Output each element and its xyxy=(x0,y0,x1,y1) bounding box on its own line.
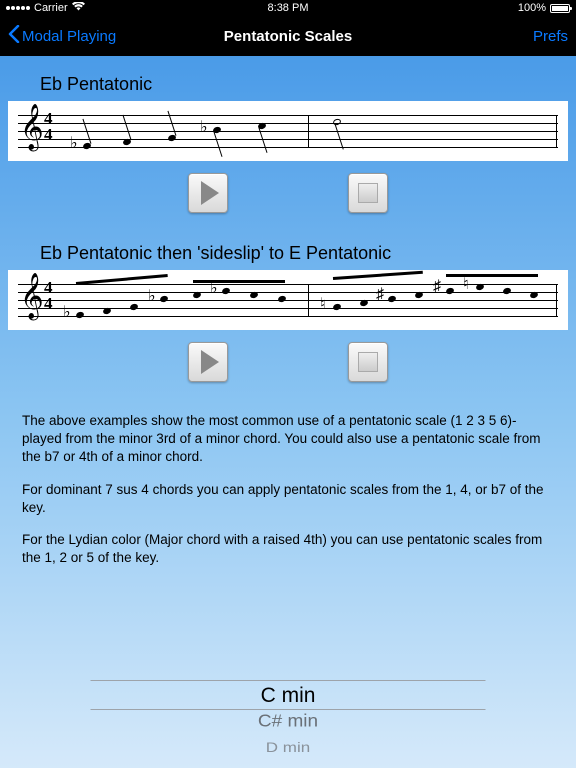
back-button[interactable]: Modal Playing xyxy=(8,25,116,47)
battery-percent: 100% xyxy=(518,2,546,14)
picker-item[interactable]: D min xyxy=(266,738,310,759)
time-signature: 44 xyxy=(44,280,53,312)
battery-icon xyxy=(550,4,570,13)
explanation-text: The above examples show the most common … xyxy=(0,412,576,568)
stop-icon xyxy=(358,352,378,372)
treble-clef-icon: 𝄞 xyxy=(20,276,44,316)
prefs-button[interactable]: Prefs xyxy=(533,28,568,45)
play-icon xyxy=(201,181,219,205)
treble-clef-icon: 𝄞 xyxy=(20,107,44,147)
play-button-2[interactable] xyxy=(188,342,228,382)
paragraph-3: For the Lydian color (Major chord with a… xyxy=(22,531,554,567)
staff-example-1: 𝄞 44 ♭ ♭ xyxy=(8,101,568,161)
play-icon xyxy=(201,350,219,374)
time-signature: 44 xyxy=(44,111,53,143)
picker-selected-item[interactable]: C min xyxy=(261,683,316,709)
stop-button-2[interactable] xyxy=(348,342,388,382)
play-button-1[interactable] xyxy=(188,173,228,213)
section1-title: Eb Pentatonic xyxy=(40,74,576,95)
stop-button-1[interactable] xyxy=(348,173,388,213)
wifi-icon xyxy=(72,2,85,14)
ios-status-bar: Carrier 8:38 PM 100% xyxy=(0,0,576,16)
key-picker[interactable]: C min C# min D min Eb min xyxy=(0,628,576,768)
carrier-label: Carrier xyxy=(34,2,68,14)
back-label: Modal Playing xyxy=(22,28,116,45)
status-time: 8:38 PM xyxy=(268,2,309,14)
stop-icon xyxy=(358,183,378,203)
picker-item[interactable]: C# min xyxy=(258,710,318,734)
signal-dots-icon xyxy=(6,6,30,10)
page-title: Pentatonic Scales xyxy=(224,28,352,45)
content-area: Eb Pentatonic 𝄞 44 ♭ ♭ Eb Pentatonic the… xyxy=(0,56,576,768)
paragraph-2: For dominant 7 sus 4 chords you can appl… xyxy=(22,481,554,517)
staff-example-2: 𝄞 44 ♭ ♭ ♭ ♮ ♯ ♯ ♮ xyxy=(8,270,568,330)
section2-title: Eb Pentatonic then 'sideslip' to E Penta… xyxy=(40,243,576,264)
chevron-left-icon xyxy=(8,25,20,47)
paragraph-1: The above examples show the most common … xyxy=(22,412,554,467)
navigation-bar: Modal Playing Pentatonic Scales Prefs xyxy=(0,16,576,56)
